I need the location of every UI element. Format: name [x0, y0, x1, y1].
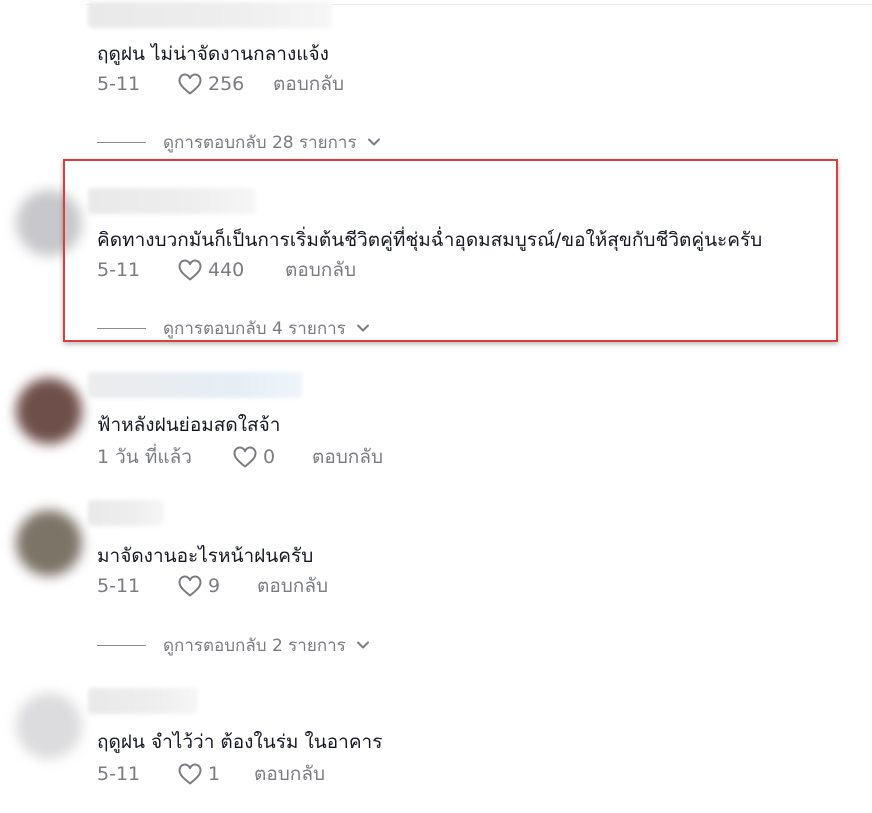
- comment-text: ฟ้าหลังฝนย่อมสดใสจ้า: [97, 414, 281, 436]
- reply-button[interactable]: ตอบกลับ: [285, 255, 356, 285]
- comment-date: 5-11: [97, 763, 141, 785]
- like-count: 0: [263, 446, 276, 468]
- chevron-down-icon: [356, 324, 369, 332]
- avatar[interactable]: [16, 693, 82, 759]
- comment-meta: 5-11 440 ตอบกลับ: [97, 257, 356, 283]
- comment-date: 5-11: [97, 73, 141, 95]
- reply-button[interactable]: ตอบกลับ: [273, 69, 344, 99]
- like-button[interactable]: 1: [177, 762, 254, 786]
- replies-divider: [97, 141, 146, 143]
- chevron-down-icon: [356, 641, 369, 649]
- like-button[interactable]: 440: [177, 258, 285, 282]
- username-blurred[interactable]: [88, 688, 198, 714]
- comment-text: ฤดูฝน จำไว้ว่า ต้องในร่ม ในอาคาร: [97, 731, 383, 753]
- comment-text: คิดทางบวกมันก็เป็นการเริ่มต้นชีวิตคู่ที่…: [97, 229, 763, 251]
- reply-button[interactable]: ตอบกลับ: [257, 571, 328, 601]
- like-button[interactable]: 0: [232, 445, 312, 469]
- avatar[interactable]: [16, 510, 82, 576]
- view-replies-label: ดูการตอบกลับ 28 รายการ: [163, 132, 357, 153]
- comment-text: ฤดูฝน ไม่น่าจัดงานกลางแจ้ง: [97, 43, 329, 65]
- comment-meta: 1 วัน ที่แล้ว 0 ตอบกลับ: [97, 444, 383, 470]
- view-replies-label: ดูการตอบกลับ 2 รายการ: [163, 635, 346, 656]
- reply-button[interactable]: ตอบกลับ: [254, 759, 325, 789]
- heart-outline-icon: [178, 763, 202, 785]
- avatar[interactable]: [16, 190, 82, 256]
- like-count: 440: [208, 259, 245, 281]
- heart-outline-icon: [178, 575, 202, 597]
- like-button[interactable]: 256: [177, 72, 273, 96]
- avatar[interactable]: [16, 378, 82, 444]
- username-blurred[interactable]: [88, 188, 256, 214]
- view-replies-button[interactable]: ดูการตอบกลับ 28 รายการ: [97, 130, 383, 154]
- view-replies-button[interactable]: ดูการตอบกลับ 4 รายการ: [97, 316, 372, 340]
- view-replies-label: ดูการตอบกลับ 4 รายการ: [163, 318, 346, 339]
- replies-divider: [97, 327, 146, 329]
- heart-outline-icon: [178, 259, 202, 281]
- username-blurred[interactable]: [88, 500, 164, 526]
- username-blurred[interactable]: [88, 2, 332, 28]
- username-blurred[interactable]: [88, 372, 302, 398]
- comment-meta: 5-11 1 ตอบกลับ: [97, 761, 325, 787]
- comment-date: 1 วัน ที่แล้ว: [97, 446, 192, 468]
- chevron-down-icon: [367, 138, 380, 146]
- like-count: 9: [208, 575, 221, 597]
- view-replies-button[interactable]: ดูการตอบกลับ 2 รายการ: [97, 633, 372, 657]
- heart-outline-icon: [233, 446, 257, 468]
- like-count: 256: [208, 73, 245, 95]
- comment-text: มาจัดงานอะไรหน้าฝนครับ: [97, 545, 314, 567]
- reply-button[interactable]: ตอบกลับ: [312, 442, 383, 472]
- replies-divider: [97, 644, 146, 646]
- like-count: 1: [208, 763, 221, 785]
- heart-outline-icon: [178, 73, 202, 95]
- comment-date: 5-11: [97, 575, 141, 597]
- comment-meta: 5-11 9 ตอบกลับ: [97, 573, 328, 599]
- comment-meta: 5-11 256 ตอบกลับ: [97, 71, 344, 97]
- comment-date: 5-11: [97, 259, 141, 281]
- like-button[interactable]: 9: [177, 574, 257, 598]
